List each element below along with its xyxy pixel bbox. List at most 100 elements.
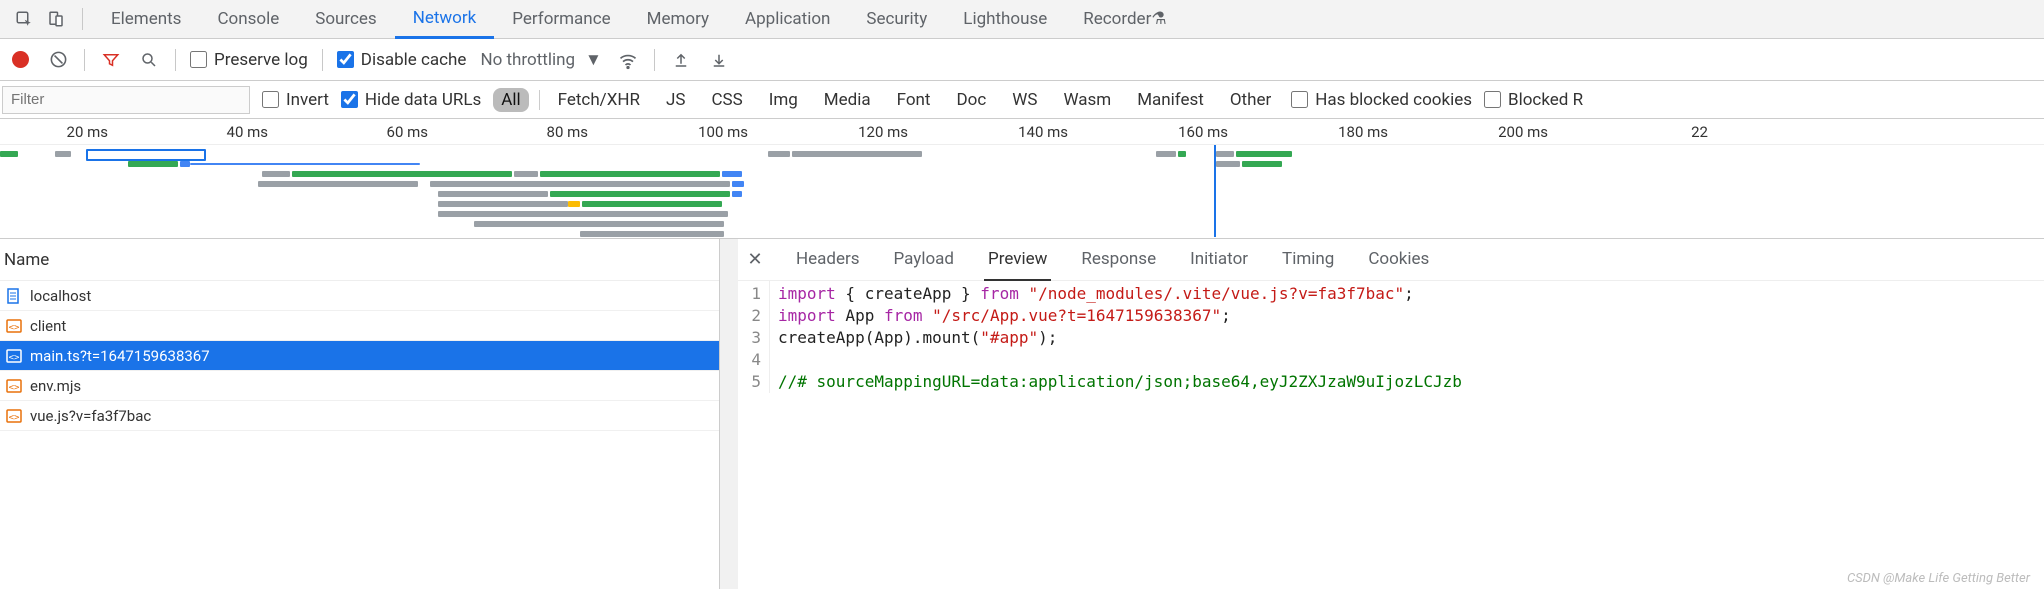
detail-tab-bar: ✕ Headers Payload Preview Response Initiator… — [738, 239, 2044, 281]
divider — [654, 49, 655, 71]
invert-checkbox[interactable]: Invert — [262, 90, 329, 110]
timeline-tick: 180 ms — [1338, 123, 1388, 141]
request-row[interactable]: <>main.ts?t=1647159638367 — [0, 341, 719, 371]
timeline-tick: 200 ms — [1498, 123, 1548, 141]
watermark: CSDN @Make Life Getting Better — [1847, 571, 2030, 586]
type-filter-wasm[interactable]: Wasm — [1055, 88, 1119, 112]
filter-icon[interactable] — [99, 48, 123, 72]
close-icon[interactable]: ✕ — [744, 249, 766, 271]
hide-data-urls-checkbox[interactable]: Hide data URLs — [341, 90, 481, 110]
code-line — [778, 349, 1462, 371]
disable-cache-label: Disable cache — [361, 50, 467, 70]
type-filter-ws[interactable]: WS — [1004, 88, 1045, 112]
download-har-icon[interactable] — [707, 48, 731, 72]
tab-performance[interactable]: Performance — [494, 0, 628, 39]
detail-tab-cookies[interactable]: Cookies — [1364, 239, 1433, 281]
code-line: import App from "/src/App.vue?t=16471596… — [778, 305, 1462, 327]
scrollbar[interactable] — [720, 239, 738, 589]
preserve-log-label: Preserve log — [214, 50, 308, 70]
detail-tab-preview[interactable]: Preview — [984, 239, 1051, 281]
device-toggle-icon[interactable] — [40, 3, 72, 35]
panels: Name localhost <>client<>main.ts?t=164715… — [0, 239, 2044, 589]
type-filter-media[interactable]: Media — [816, 88, 879, 112]
request-name: env.mjs — [30, 377, 81, 395]
detail-panel: ✕ Headers Payload Preview Response Initiator… — [738, 239, 2044, 589]
tab-elements[interactable]: Elements — [93, 0, 199, 39]
code-line: createApp(App).mount("#app"); — [778, 327, 1462, 349]
divider — [322, 49, 323, 71]
throttling-label: No throttling — [480, 50, 575, 70]
document-icon — [6, 288, 22, 304]
tab-memory[interactable]: Memory — [629, 0, 727, 39]
clear-icon[interactable] — [46, 48, 70, 72]
type-filter-fetch-xhr[interactable]: Fetch/XHR — [550, 88, 648, 112]
detail-tab-initiator[interactable]: Initiator — [1186, 239, 1252, 281]
line-number: 2 — [738, 305, 761, 327]
throttling-select[interactable]: No throttling ▼ — [480, 50, 601, 70]
tab-network[interactable]: Network — [395, 0, 495, 39]
timeline-tick: 160 ms — [1178, 123, 1228, 141]
record-button[interactable] — [8, 48, 32, 72]
script-icon: <> — [6, 378, 22, 394]
type-filter-other[interactable]: Other — [1222, 88, 1279, 112]
request-row[interactable]: <> env.mjs — [0, 371, 719, 401]
type-filter-img[interactable]: Img — [761, 88, 806, 112]
detail-tab-payload[interactable]: Payload — [890, 239, 958, 281]
blocked-requests-checkbox[interactable]: Blocked R — [1484, 90, 1583, 110]
filter-input[interactable] — [2, 86, 250, 114]
search-icon[interactable] — [137, 48, 161, 72]
invert-label: Invert — [286, 90, 329, 110]
type-filter-js[interactable]: JS — [658, 88, 693, 112]
timeline-tick: 100 ms — [698, 123, 748, 141]
tab-security[interactable]: Security — [848, 0, 945, 39]
filter-bar: Invert Hide data URLs All Fetch/XHR JS CSS I… — [0, 81, 2044, 119]
network-toolbar: Preserve log Disable cache No throttling… — [0, 39, 2044, 81]
timeline-tick: 40 ms — [227, 123, 268, 141]
request-list: localhost <>client<>main.ts?t=16471596383… — [0, 281, 719, 589]
svg-text:<>: <> — [9, 383, 20, 393]
preview-code-view: 12345 import { createApp } from "/node_m… — [738, 281, 2044, 393]
line-number: 4 — [738, 349, 761, 371]
tab-recorder[interactable]: Recorder ⚗ — [1065, 0, 1184, 39]
timeline-tick: 20 ms — [67, 123, 108, 141]
request-row[interactable]: <> vue.js?v=fa3f7bac — [0, 401, 719, 431]
network-conditions-icon[interactable] — [616, 48, 640, 72]
tab-application[interactable]: Application — [727, 0, 848, 39]
tab-lighthouse[interactable]: Lighthouse — [945, 0, 1065, 39]
type-filter-doc[interactable]: Doc — [949, 88, 995, 112]
preserve-log-checkbox[interactable]: Preserve log — [190, 50, 308, 70]
timeline-tick: 22 — [1691, 123, 1708, 141]
type-filter-font[interactable]: Font — [889, 88, 939, 112]
has-blocked-cookies-label: Has blocked cookies — [1315, 90, 1472, 110]
type-filter-manifest[interactable]: Manifest — [1129, 88, 1212, 112]
code-line: //# sourceMappingURL=data:application/js… — [778, 371, 1462, 393]
tab-sources[interactable]: Sources — [297, 0, 394, 39]
request-name: vue.js?v=fa3f7bac — [30, 407, 151, 425]
detail-tab-timing[interactable]: Timing — [1278, 239, 1338, 281]
request-row[interactable]: localhost — [0, 281, 719, 311]
line-gutter: 12345 — [738, 281, 770, 393]
type-filter-css[interactable]: CSS — [703, 88, 750, 112]
request-name: localhost — [30, 287, 91, 305]
upload-har-icon[interactable] — [669, 48, 693, 72]
script-icon: <> — [6, 348, 22, 364]
code-content[interactable]: import { createApp } from "/node_modules… — [770, 281, 1462, 393]
divider — [84, 49, 85, 71]
request-list-panel: Name localhost <>client<>main.ts?t=164715… — [0, 239, 720, 589]
disable-cache-checkbox[interactable]: Disable cache — [337, 50, 467, 70]
svg-text:<>: <> — [9, 353, 20, 363]
tab-console[interactable]: Console — [199, 0, 297, 39]
code-line: import { createApp } from "/node_modules… — [778, 283, 1462, 305]
timeline[interactable]: 20 ms40 ms60 ms80 ms100 ms120 ms140 ms16… — [0, 119, 2044, 239]
detail-tab-response[interactable]: Response — [1077, 239, 1160, 281]
timeline-tick: 60 ms — [387, 123, 428, 141]
detail-tab-headers[interactable]: Headers — [792, 239, 864, 281]
has-blocked-cookies-checkbox[interactable]: Has blocked cookies — [1291, 90, 1472, 110]
inspect-icon[interactable] — [8, 3, 40, 35]
svg-text:<>: <> — [9, 413, 20, 423]
request-list-header[interactable]: Name — [0, 239, 719, 281]
line-number: 5 — [738, 371, 761, 393]
script-icon: <> — [6, 408, 22, 424]
request-row[interactable]: <>client — [0, 311, 719, 341]
type-filter-all[interactable]: All — [493, 88, 528, 112]
